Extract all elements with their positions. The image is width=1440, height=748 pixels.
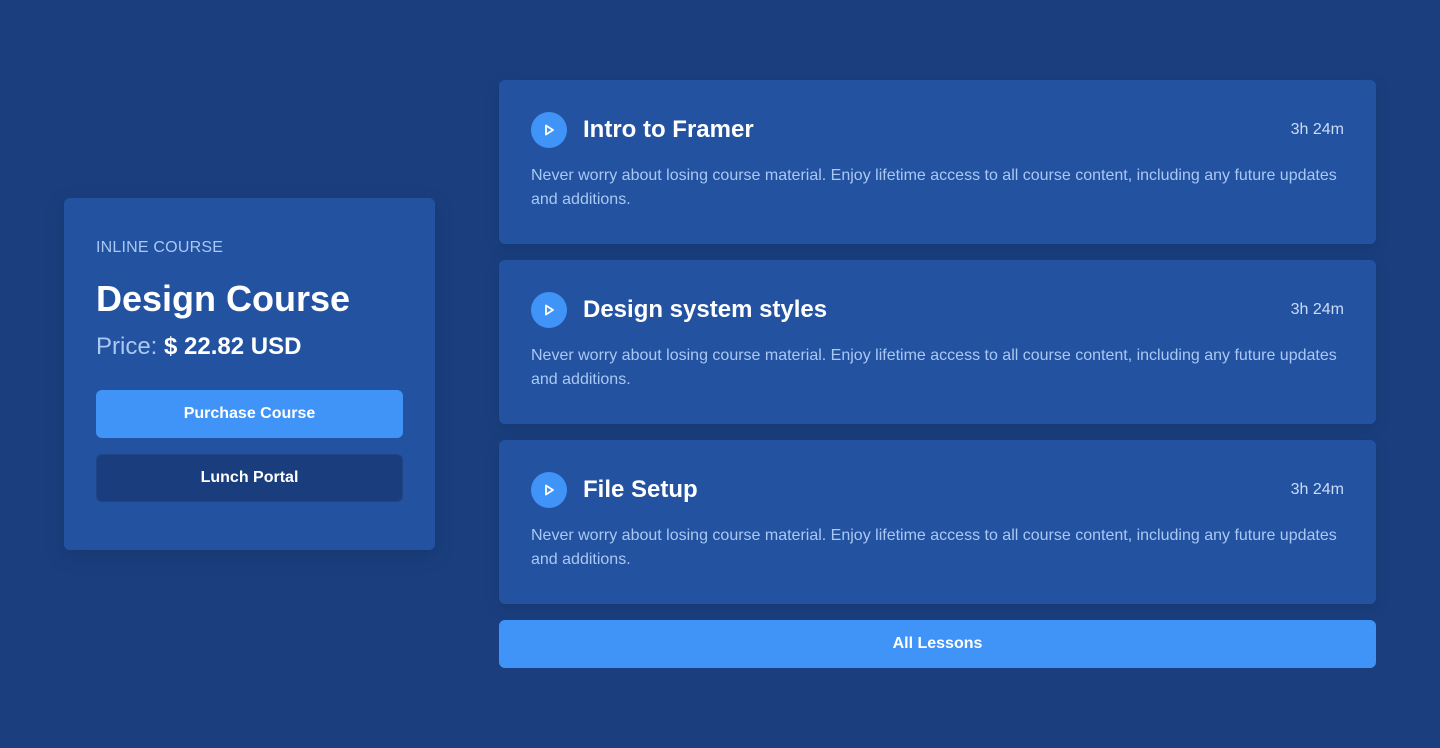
lesson-header: File Setup 3h 24m [531, 472, 1344, 508]
price-label: Price: [96, 333, 158, 360]
lesson-description: Never worry about losing course material… [531, 347, 1337, 388]
lesson-description: Never worry about losing course material… [531, 167, 1337, 208]
play-icon[interactable] [531, 472, 567, 508]
play-icon[interactable] [531, 292, 567, 328]
lesson-duration: 3h 24m [1290, 481, 1344, 498]
lesson-title: File Setup [583, 476, 698, 503]
lesson-card[interactable]: Design system styles 3h 24m Never worry … [499, 260, 1376, 424]
course-card: INLINE COURSE Design Course Price: $ 22.… [64, 198, 435, 550]
lesson-header: Intro to Framer 3h 24m [531, 112, 1344, 148]
course-title: Design Course [96, 278, 351, 319]
play-icon[interactable] [531, 112, 567, 148]
lesson-header: Design system styles 3h 24m [531, 292, 1344, 328]
lesson-card[interactable]: Intro to Framer 3h 24m Never worry about… [499, 80, 1376, 244]
play-icon-glyph [545, 304, 554, 316]
lesson-description: Never worry about losing course material… [531, 527, 1337, 568]
lesson-title: Intro to Framer [583, 116, 754, 143]
lunch-portal-button[interactable]: Lunch Portal [96, 454, 403, 502]
lesson-duration: 3h 24m [1290, 301, 1344, 318]
lesson-card[interactable]: File Setup 3h 24m Never worry about losi… [499, 440, 1376, 604]
course-eyebrow: INLINE COURSE [96, 239, 224, 256]
lesson-duration: 3h 24m [1290, 121, 1344, 138]
price-row: Price: $ 22.82 USD [96, 332, 403, 362]
all-lessons-button[interactable]: All Lessons [499, 620, 1376, 668]
lesson-list: Intro to Framer 3h 24m Never worry about… [499, 80, 1376, 668]
play-icon-glyph [545, 124, 554, 136]
lesson-title: Design system styles [583, 296, 828, 323]
price-value: $ 22.82 USD [164, 333, 302, 360]
play-icon-glyph [545, 484, 554, 496]
purchase-course-button[interactable]: Purchase Course [96, 390, 403, 438]
